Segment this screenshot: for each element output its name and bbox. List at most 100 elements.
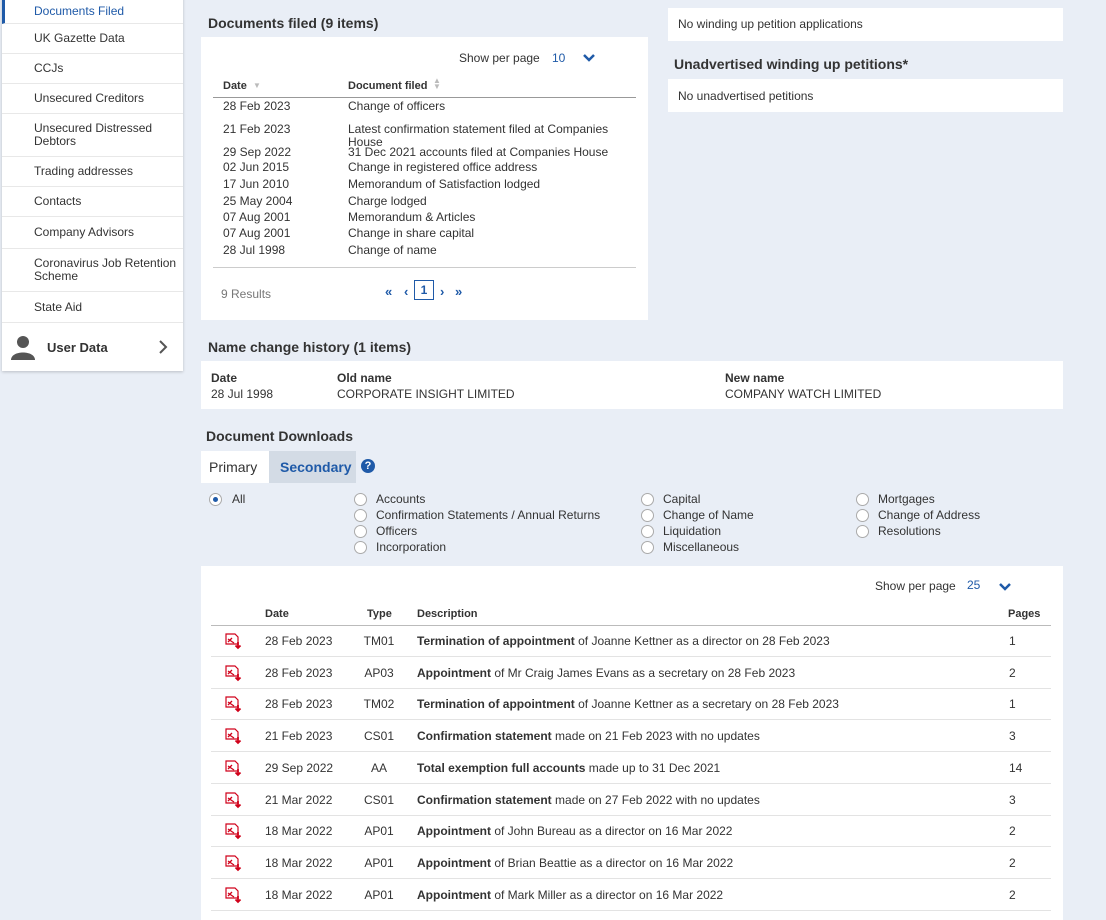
filter-radio[interactable] — [856, 509, 869, 522]
download-description-title: Appointment — [417, 855, 491, 870]
chevron-down-icon[interactable] — [998, 582, 1012, 592]
filter-label[interactable]: Confirmation Statements / Annual Returns — [376, 508, 600, 522]
filter-radio[interactable] — [641, 509, 654, 522]
download-description-detail: made up to 31 Dec 2021 — [585, 760, 721, 775]
pager-page-1[interactable]: 1 — [414, 280, 434, 300]
filter-radio[interactable] — [856, 525, 869, 538]
filter-label[interactable]: Change of Name — [663, 508, 754, 522]
download-type: AP01 — [364, 824, 394, 839]
download-description[interactable]: Appointment of Mark Miller as a director… — [417, 888, 723, 902]
download-description[interactable]: Total exemption full accounts made up to… — [417, 761, 720, 775]
filter-radio[interactable] — [856, 493, 869, 506]
download-row[interactable]: 18 Mar 2022 AP01 Appointment of Brian Beat… — [211, 847, 1051, 879]
download-row[interactable]: 18 Mar 2022 AP01 Appointment of John Burea… — [211, 815, 1051, 848]
doc-row-date: 25 May 2004 — [223, 194, 293, 208]
download-row[interactable]: 18 Mar 2022 AP01 Appointment of Mark Mille… — [211, 879, 1051, 911]
pager-first[interactable]: « — [385, 284, 392, 299]
download-row[interactable]: 21 Feb 2023 CS01 Confirmation statement ma… — [211, 720, 1051, 753]
sidebar-item-coronavirus-job-retention[interactable]: Coronavirus Job Retention Scheme — [2, 249, 183, 292]
download-row[interactable]: 28 Feb 2023 TM01 Termination of appointmen… — [211, 625, 1051, 657]
download-description[interactable]: Appointment of John Bureau as a director… — [417, 824, 732, 838]
pdf-download-icon[interactable] — [225, 633, 243, 650]
pdf-download-icon[interactable] — [225, 791, 243, 809]
pdf-download-icon[interactable] — [225, 728, 243, 745]
sidebar: Documents Filed UK Gazette Data CCJs Uns… — [2, 0, 183, 371]
sidebar-item-uk-gazette-data[interactable]: UK Gazette Data — [2, 24, 183, 54]
filter-radio[interactable] — [641, 525, 654, 538]
sidebar-item-contacts[interactable]: Contacts — [2, 187, 183, 217]
help-icon[interactable]: ? — [361, 459, 375, 473]
filter-label[interactable]: Incorporation — [376, 540, 446, 554]
download-row[interactable]: 29 Sep 2022 AA Total exemption full accoun… — [211, 752, 1051, 784]
pdf-download-icon[interactable] — [225, 823, 243, 840]
sidebar-item-unsecured-distressed-debtors[interactable]: Unsecured Distressed Debtors — [2, 114, 183, 157]
download-description-title: Appointment — [417, 824, 491, 839]
pdf-download-icon[interactable] — [225, 760, 243, 777]
show-per-page-select[interactable]: 10 — [552, 51, 565, 65]
sidebar-item-user-data[interactable]: User Data — [2, 323, 183, 371]
pager-last[interactable]: » — [455, 284, 462, 299]
filter-radio[interactable] — [354, 525, 367, 538]
filter-radio[interactable] — [641, 541, 654, 554]
filter-label[interactable]: Change of Address — [878, 508, 980, 522]
download-row[interactable]: 28 Feb 2023 AP03 Appointment of Mr Craig J… — [211, 657, 1051, 689]
filter-label[interactable]: Liquidation — [663, 524, 721, 538]
pdf-download-icon[interactable] — [225, 886, 243, 904]
sidebar-item-state-aid[interactable]: State Aid — [2, 292, 183, 323]
download-date: 28 Feb 2023 — [265, 665, 333, 680]
sidebar-item-trading-addresses[interactable]: Trading addresses — [2, 157, 183, 187]
pdf-download-icon[interactable] — [225, 665, 243, 682]
download-type: CS01 — [363, 729, 395, 744]
download-date: 28 Feb 2023 — [265, 697, 333, 712]
downloads-col-date: Date — [265, 608, 289, 620]
name-change-date: 28 Jul 1998 — [211, 387, 274, 401]
filter-radio[interactable] — [209, 493, 222, 506]
filter-radio[interactable] — [641, 493, 654, 506]
filter-label[interactable]: Resolutions — [878, 524, 941, 538]
download-description[interactable]: Termination of appointment of Joanne Ket… — [417, 697, 839, 711]
pager-next[interactable]: › — [440, 284, 444, 299]
filter-radio[interactable] — [354, 541, 367, 554]
sort-down-icon[interactable]: ▼ — [253, 81, 261, 90]
sidebar-item-documents-filed[interactable]: Documents Filed — [2, 0, 183, 24]
documents-filed-panel: Show per page 10 Date ▼ Document filed ▲… — [201, 37, 648, 320]
winding-up-applications-text: No winding up petition applications — [678, 17, 863, 31]
filter-label[interactable]: Officers — [376, 524, 417, 538]
sidebar-item-unsecured-creditors[interactable]: Unsecured Creditors — [2, 84, 183, 114]
downloads-show-per-page-select[interactable]: 25 — [967, 578, 980, 592]
download-description-detail: of Joanne Kettner as a secretary on 28 F… — [574, 697, 839, 712]
sort-icon[interactable]: ▲ ▼ — [433, 77, 441, 91]
pdf-download-icon[interactable] — [225, 696, 243, 713]
download-row[interactable]: 21 Mar 2022 CS01 Confirmation statement ma… — [211, 784, 1051, 816]
download-type: TM01 — [363, 634, 395, 648]
filter-radio[interactable] — [354, 509, 367, 522]
download-pages: 2 — [1009, 887, 1016, 902]
download-description[interactable]: Termination of appointment of Joanne Ket… — [417, 634, 830, 648]
tab-primary[interactable]: Primary — [201, 451, 269, 483]
filter-label[interactable]: Miscellaneous — [663, 540, 739, 554]
filter-label[interactable]: All — [232, 492, 245, 506]
filter-label[interactable]: Mortgages — [878, 492, 935, 506]
download-description[interactable]: Appointment of Brian Beattie as a direct… — [417, 856, 733, 870]
filter-radio[interactable] — [354, 493, 367, 506]
sidebar-item-company-advisors[interactable]: Company Advisors — [2, 217, 183, 249]
doc-row-date: 29 Sep 2022 — [223, 145, 292, 159]
doc-row-date: 07 Aug 2001 — [223, 210, 291, 224]
tab-secondary[interactable]: Secondary — [269, 451, 356, 483]
filter-label[interactable]: Accounts — [376, 492, 425, 506]
download-pages: 2 — [1009, 665, 1016, 680]
filter-label[interactable]: Capital — [663, 492, 700, 506]
download-row[interactable]: 28 Feb 2023 TM02 Termination of appointmen… — [211, 688, 1051, 721]
unadvertised-petitions-panel: No unadvertised petitions — [668, 79, 1063, 112]
pdf-download-icon[interactable] — [225, 855, 243, 872]
download-description[interactable]: Confirmation statement made on 27 Feb 20… — [417, 793, 760, 807]
download-date: 18 Mar 2022 — [265, 855, 333, 870]
download-description[interactable]: Confirmation statement made on 21 Feb 20… — [417, 729, 760, 743]
pager-prev[interactable]: ‹ — [404, 284, 408, 299]
col-header-date[interactable]: Date — [223, 80, 247, 92]
sidebar-item-ccjs[interactable]: CCJs — [2, 54, 183, 84]
chevron-down-icon[interactable] — [582, 53, 596, 63]
col-header-document-filed[interactable]: Document filed — [348, 80, 427, 92]
download-description[interactable]: Appointment of Mr Craig James Evans as a… — [417, 666, 795, 680]
name-change-new-name: COMPANY WATCH LIMITED — [725, 387, 882, 401]
